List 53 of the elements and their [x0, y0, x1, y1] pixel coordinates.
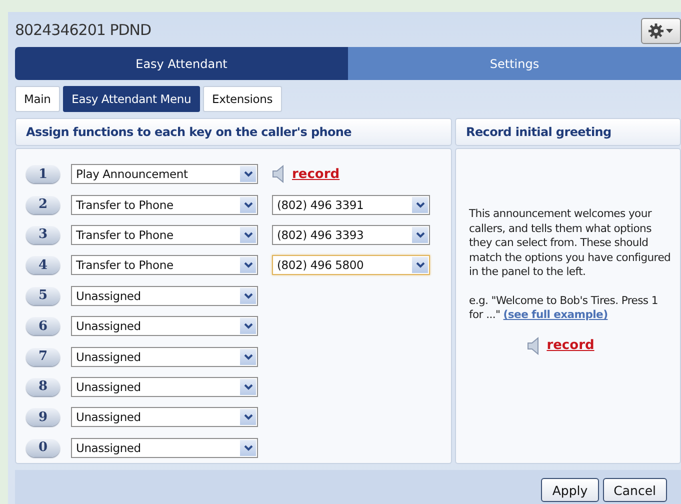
- section-nav-tab[interactable]: Easy Attendant: [15, 47, 348, 80]
- key-label: 6: [26, 317, 60, 336]
- key-label: 3: [26, 226, 60, 244]
- function-dropdown[interactable]: Play Announcement: [71, 164, 258, 184]
- key-label: 8: [26, 378, 60, 396]
- function-dropdown[interactable]: Unassigned: [71, 407, 258, 428]
- key-label: 4: [26, 256, 60, 274]
- record-link[interactable]: record: [292, 166, 340, 182]
- sub-tab[interactable]: Extensions: [203, 86, 282, 112]
- function-dropdown[interactable]: Transfer to Phone: [71, 224, 258, 245]
- caret-icon: [416, 202, 424, 208]
- settings-button[interactable]: [641, 18, 681, 44]
- caret-icon: [244, 171, 252, 178]
- description-text: This announcement welcomes your callers, and tells them what options they can select from. These should match the options you have configured in the panel to the left.: [469, 207, 672, 280]
- caret-icon: [244, 232, 252, 238]
- key-label: 7: [26, 348, 60, 366]
- phone-dropdown[interactable]: (802) 496 3393: [272, 224, 430, 245]
- sub-tab[interactable]: Easy Attendant Menu: [62, 86, 200, 112]
- see-example-link[interactable]: (see full example): [503, 308, 608, 321]
- key-label: 1: [26, 165, 60, 184]
- section-header: Record initial greeting: [455, 118, 681, 146]
- key-label: 0: [26, 438, 60, 457]
- key-label: 2: [26, 196, 60, 214]
- section-header: Assign functions to each key on the caller's phone: [15, 118, 452, 146]
- function-dropdown[interactable]: Unassigned: [71, 346, 258, 367]
- caret-icon: [244, 323, 252, 330]
- settings-icon: [648, 22, 674, 38]
- function-dropdown[interactable]: Unassigned: [71, 438, 258, 458]
- phone-dropdown[interactable]: (802) 496 3391: [272, 194, 430, 215]
- section-nav-tab[interactable]: Settings: [348, 47, 681, 80]
- window-title: 8024346201 PDND: [15, 20, 152, 38]
- caret-icon: [244, 354, 252, 360]
- key-label: 9: [26, 408, 60, 426]
- cancel-button[interactable]: Cancel: [602, 478, 667, 502]
- apply-button[interactable]: Apply: [541, 478, 599, 502]
- caret-icon: [244, 444, 252, 451]
- caret-icon: [244, 384, 252, 390]
- caret-icon: [416, 262, 424, 268]
- sub-tab[interactable]: Main: [15, 86, 60, 112]
- caret-icon: [416, 232, 424, 238]
- function-dropdown[interactable]: Transfer to Phone: [71, 194, 258, 215]
- function-dropdown[interactable]: Transfer to Phone: [71, 255, 258, 276]
- example-text: e.g. "Welcome to Bob's Tires. Press 1 for ..." (see full example): [469, 294, 659, 322]
- caret-icon: [244, 414, 252, 420]
- function-dropdown[interactable]: Unassigned: [71, 316, 258, 336]
- function-dropdown[interactable]: Unassigned: [71, 376, 258, 397]
- record-link[interactable]: record: [546, 338, 594, 353]
- caret-icon: [244, 292, 252, 299]
- key-label: 5: [26, 286, 60, 305]
- phone-dropdown[interactable]: (802) 496 5800: [272, 255, 430, 276]
- caret-icon: [244, 202, 252, 208]
- caret-icon: [244, 262, 252, 268]
- function-dropdown[interactable]: Unassigned: [71, 286, 258, 306]
